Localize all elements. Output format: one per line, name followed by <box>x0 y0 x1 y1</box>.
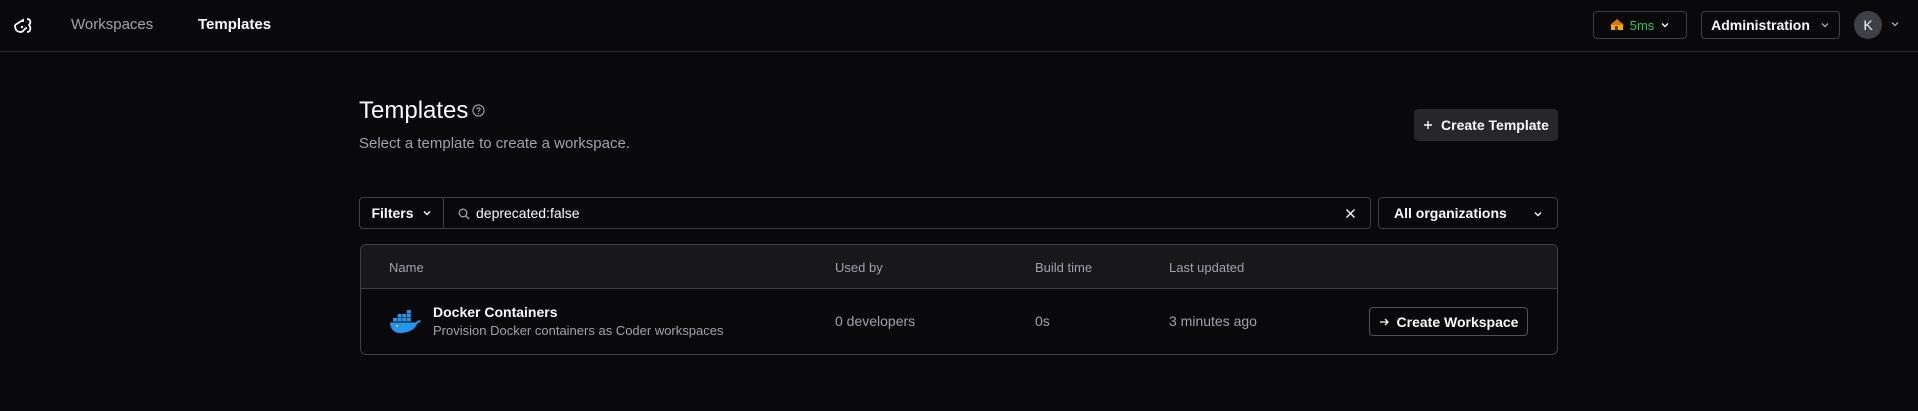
filters-label: Filters <box>371 205 414 221</box>
proxy-region-icon <box>1609 19 1624 30</box>
administration-label: Administration <box>1711 17 1810 33</box>
table-header: Name Used by Build time Last updated <box>361 245 1557 289</box>
create-workspace-button[interactable]: Create Workspace <box>1369 307 1528 336</box>
page-subtitle: Select a template to create a workspace. <box>359 135 630 152</box>
search-box <box>443 197 1371 229</box>
help-icon[interactable] <box>472 104 485 117</box>
column-header-name: Name <box>389 260 424 275</box>
administration-button[interactable]: Administration <box>1701 11 1840 39</box>
clear-icon[interactable] <box>1345 208 1356 219</box>
nav-workspaces-link[interactable]: Workspaces <box>71 16 153 33</box>
organization-select-value: All organizations <box>1394 205 1507 221</box>
search-input[interactable] <box>476 198 1316 228</box>
page-title: Templates <box>359 97 469 124</box>
templates-table: Name Used by Build time Last updated <box>360 244 1558 355</box>
search-icon <box>458 208 470 220</box>
arrow-right-icon <box>1379 318 1389 325</box>
template-build-time: 0s <box>1035 313 1050 329</box>
create-template-button[interactable]: Create Template <box>1414 109 1558 141</box>
plus-icon <box>1424 121 1433 129</box>
template-used-by: 0 developers <box>835 313 916 329</box>
template-description: Provision Docker containers as Coder wor… <box>433 323 724 338</box>
chevron-down-icon <box>1661 23 1669 28</box>
user-avatar[interactable]: K <box>1854 11 1882 39</box>
create-workspace-label: Create Workspace <box>1396 313 1519 330</box>
latency-value: 5ms <box>1629 17 1655 33</box>
chevron-down-icon[interactable] <box>1890 19 1900 29</box>
template-name[interactable]: Docker Containers <box>433 304 557 320</box>
column-header-last-updated: Last updated <box>1169 260 1245 275</box>
create-template-label: Create Template <box>1441 117 1549 133</box>
chevron-down-icon <box>1821 23 1829 28</box>
nav-templates-link[interactable]: Templates <box>198 16 271 33</box>
organization-select[interactable]: All organizations <box>1378 197 1558 229</box>
chevron-down-icon <box>1534 212 1542 217</box>
template-last-updated: 3 minutes ago <box>1169 313 1257 329</box>
column-header-build-time: Build time <box>1035 260 1093 275</box>
column-header-used-by: Used by <box>835 260 883 275</box>
top-navbar: Workspaces Templates 5ms Administration … <box>0 0 1918 52</box>
latency-button[interactable]: 5ms <box>1593 11 1687 39</box>
filters-button[interactable]: Filters <box>359 197 444 229</box>
chevron-down-icon <box>423 211 430 216</box>
coder-logo-icon[interactable] <box>12 14 36 38</box>
docker-icon <box>390 310 421 333</box>
